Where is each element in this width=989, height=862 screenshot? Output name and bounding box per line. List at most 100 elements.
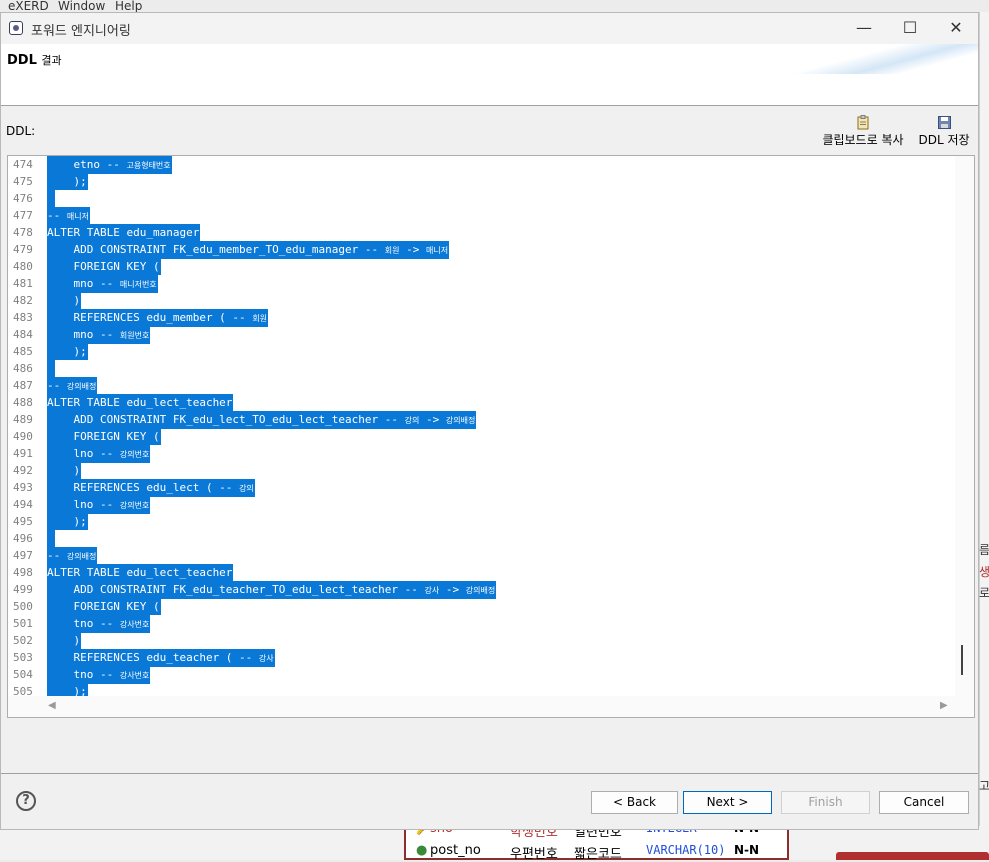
column-name: post_no <box>430 843 481 858</box>
line-number: 485 <box>13 345 33 358</box>
code-line[interactable]: 502 ) <box>8 632 954 649</box>
code-line[interactable]: 489 ADD CONSTRAINT FK_edu_lect_TO_edu_le… <box>8 411 954 429</box>
code-text: lno -- <box>47 447 120 460</box>
code-comment-korean: 매니저 <box>426 246 449 255</box>
column-domain: 짧은코드 <box>574 847 622 862</box>
line-number: 503 <box>13 651 33 664</box>
code-line[interactable]: 479 ADD CONSTRAINT FK_edu_member_TO_edu_… <box>8 241 954 259</box>
save-ddl-label: DDL 저장 <box>918 133 970 147</box>
code-comment-korean: 회원번호 <box>119 331 150 340</box>
code-line[interactable]: 501 tno -- 강사번호 <box>8 615 954 633</box>
code-line[interactable]: 497 -- 강의배정 <box>8 547 954 565</box>
code-text: FOREIGN KEY ( <box>47 600 160 613</box>
code-line[interactable]: 476 <box>8 190 954 207</box>
minimize-icon[interactable]: — <box>841 13 887 44</box>
selected-code-text: ALTER TABLE edu_lect_teacher <box>47 564 234 581</box>
cancel-button[interactable]: Cancel <box>879 791 969 814</box>
copy-to-clipboard-button[interactable]: 클립보드로 복사 <box>818 115 908 148</box>
page-title-main: DDL <box>7 53 37 68</box>
line-number: 478 <box>13 226 33 239</box>
selected-code-text: ); <box>47 173 88 190</box>
code-line[interactable]: 496 <box>8 530 954 547</box>
line-number: 489 <box>13 413 33 426</box>
code-text: REFERENCES edu_teacher ( -- <box>47 651 259 664</box>
selected-code-text: ADD CONSTRAINT FK_edu_lect_TO_edu_lect_t… <box>47 411 477 429</box>
code-comment-korean: 회원 <box>252 314 268 323</box>
code-line[interactable]: 503 REFERENCES edu_teacher ( -- 강사 <box>8 649 954 667</box>
code-text: ); <box>47 515 87 528</box>
back-button[interactable]: < Back <box>591 791 678 814</box>
scroll-left-icon[interactable]: ◀ <box>48 700 56 711</box>
line-number: 504 <box>13 668 33 681</box>
ddl-label: DDL: <box>6 124 36 138</box>
code-text: -- <box>47 209 67 222</box>
code-line[interactable]: 504 tno -- 강사번호 <box>8 666 954 684</box>
code-line[interactable]: 494 lno -- 강의번호 <box>8 496 954 514</box>
code-line[interactable]: 481 mno -- 매니저번호 <box>8 275 954 293</box>
code-line[interactable]: 488 ALTER TABLE edu_lect_teacher <box>8 394 954 411</box>
code-comment-korean: 매니저번호 <box>119 280 157 289</box>
selected-code-text: REFERENCES edu_teacher ( -- 강사 <box>47 649 275 667</box>
save-icon <box>937 116 951 129</box>
line-number: 479 <box>13 243 33 256</box>
code-text: ) <box>47 634 81 647</box>
code-line[interactable]: 493 REFERENCES edu_lect ( -- 강의 <box>8 479 954 497</box>
code-text: -> <box>399 243 426 256</box>
background-entity-tab <box>836 852 989 860</box>
finish-button[interactable]: Finish <box>781 791 870 814</box>
maximize-icon[interactable]: ☐ <box>887 13 933 44</box>
code-line[interactable]: 486 <box>8 360 954 377</box>
line-number: 481 <box>13 277 33 290</box>
line-number: 474 <box>13 158 33 171</box>
code-line[interactable]: 482 ) <box>8 292 954 309</box>
dialog-titlebar[interactable]: 포워드 엔지니어링 — ☐ ✕ <box>1 13 978 44</box>
line-number: 495 <box>13 515 33 528</box>
code-comment-korean: 회원 <box>384 246 400 255</box>
code-comment-korean: 강의번호 <box>119 450 150 459</box>
code-line[interactable]: 491 lno -- 강의번호 <box>8 445 954 463</box>
line-number: 500 <box>13 600 33 613</box>
code-line[interactable]: 478 ALTER TABLE edu_manager <box>8 224 954 241</box>
code-line[interactable]: 483 REFERENCES edu_member ( -- 회원 <box>8 309 954 327</box>
code-text: tno -- <box>47 617 120 630</box>
code-line[interactable]: 487 -- 강의배정 <box>8 377 954 395</box>
code-line[interactable]: 505 ); <box>8 683 954 696</box>
scroll-right-icon[interactable]: ▶ <box>940 700 948 711</box>
help-icon[interactable]: ? <box>16 791 36 811</box>
code-text: ALTER TABLE edu_lect_teacher <box>47 566 233 579</box>
code-text: FOREIGN KEY ( <box>47 260 160 273</box>
code-line[interactable]: 485 ); <box>8 343 954 360</box>
code-line[interactable]: 475 ); <box>8 173 954 190</box>
code-line[interactable]: 498 ALTER TABLE edu_lect_teacher <box>8 564 954 581</box>
code-line[interactable]: 474 etno -- 고용형태번호 <box>8 156 954 174</box>
selected-code-text: FOREIGN KEY ( <box>47 598 161 615</box>
code-line[interactable]: 484 mno -- 회원번호 <box>8 326 954 344</box>
background-diagram-edge <box>979 12 989 860</box>
close-icon[interactable]: ✕ <box>933 13 979 44</box>
column-type: VARCHAR(10) <box>646 843 726 857</box>
line-number: 502 <box>13 634 33 647</box>
line-number: 477 <box>13 209 33 222</box>
code-line[interactable]: 490 FOREIGN KEY ( <box>8 428 954 445</box>
code-text: REFERENCES edu_member ( -- <box>47 311 253 324</box>
code-line[interactable]: 495 ); <box>8 513 954 530</box>
line-number: 496 <box>13 532 33 545</box>
vertical-scrollbar[interactable] <box>955 156 974 696</box>
selected-code-text: REFERENCES edu_member ( -- 회원 <box>47 309 269 327</box>
line-number: 499 <box>13 583 33 596</box>
code-line[interactable]: 480 FOREIGN KEY ( <box>8 258 954 275</box>
vertical-scroll-thumb[interactable] <box>961 645 963 675</box>
save-ddl-button[interactable]: DDL 저장 <box>916 115 972 148</box>
horizontal-scrollbar[interactable]: ◀ ▶ <box>8 696 974 717</box>
code-comment-korean: 강의배정 <box>445 416 476 425</box>
code-line[interactable]: 500 FOREIGN KEY ( <box>8 598 954 615</box>
code-line[interactable]: 477 -- 매니저 <box>8 207 954 225</box>
ddl-code[interactable]: 474 etno -- 고용형태번호 475 ); 476 477 -- 매니저 478… <box>8 156 954 696</box>
code-text: ) <box>47 294 81 307</box>
next-button[interactable]: Next > <box>683 791 772 814</box>
code-line[interactable]: 499 ADD CONSTRAINT FK_edu_teacher_TO_edu… <box>8 581 954 599</box>
line-number: 482 <box>13 294 33 307</box>
code-line[interactable]: 492 ) <box>8 462 954 479</box>
ddl-text-area[interactable]: 474 etno -- 고용형태번호 475 ); 476 477 -- 매니저 478… <box>7 155 975 718</box>
